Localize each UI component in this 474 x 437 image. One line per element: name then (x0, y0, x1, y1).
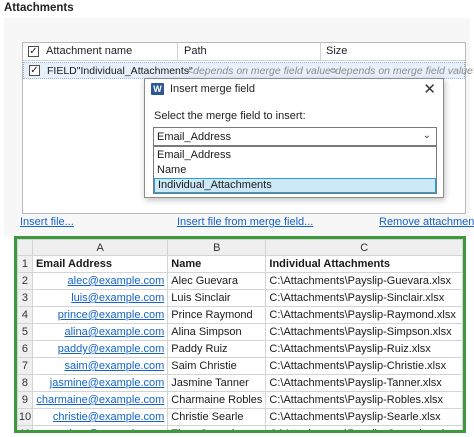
column-header-size[interactable]: Size (326, 45, 347, 57)
remove-attachment-link[interactable]: Remove attachment (379, 216, 474, 228)
attachment-path-cell[interactable]: C:\Attachments\Payslip-Christie.xlsx (265, 357, 463, 375)
header-cell-individual-attachments[interactable]: Individual Attachments (265, 255, 463, 273)
row-number[interactable]: 8 (17, 374, 33, 392)
close-icon[interactable]: ✕ (423, 80, 436, 98)
column-header-path[interactable]: Path (184, 45, 207, 57)
table-row: 5 alina@example.com Alina Simpson C:\Attach… (17, 323, 463, 341)
select-all-checkbox[interactable]: ✓ (28, 46, 39, 57)
attachment-path-cell[interactable]: C:\Attachments\Payslip-Tanner.xlsx (265, 374, 463, 392)
name-cell[interactable]: Paddy Ruiz (167, 340, 267, 358)
name-cell[interactable]: Prince Raymond (167, 306, 267, 324)
attachment-row-checkbox[interactable]: ✓ (29, 65, 40, 76)
column-header-c[interactable]: C (265, 239, 463, 256)
row-number[interactable]: 6 (17, 340, 33, 358)
column-header-a[interactable]: A (31, 239, 169, 256)
column-divider[interactable] (177, 43, 178, 60)
option-name[interactable]: Name (154, 163, 436, 178)
table-row: 4 prince@example.com Prince Raymond C:\Atta… (17, 306, 463, 324)
row-number[interactable]: 10 (17, 408, 33, 426)
dialog-title-bar[interactable]: W Insert merge field ✕ (145, 79, 443, 99)
merge-field-dropdown[interactable]: Email_Address ⌄ (153, 127, 437, 146)
email-cell[interactable]: christie@example.com (31, 408, 169, 426)
row-number[interactable]: 5 (17, 323, 33, 341)
attachment-path-cell[interactable]: C:\Attachments\Payslip-Gonzales.xlsx (265, 425, 463, 430)
row-number[interactable]: 11 (17, 425, 33, 430)
table-row: 8 jasmine@example.com Jasmine Tanner C:\Att… (17, 374, 463, 392)
name-cell[interactable]: Luis Sinclair (167, 289, 267, 307)
email-cell[interactable]: thea@example.com (31, 425, 169, 430)
email-cell[interactable]: luis@example.com (31, 289, 169, 307)
attachment-path-cell[interactable]: C:\Attachments\Payslip-Raymond.xlsx (265, 306, 463, 324)
attachment-path: <depends on merge field value> (187, 65, 338, 77)
word-app-icon: W (151, 83, 164, 95)
name-cell[interactable]: Saim Christie (167, 357, 267, 375)
name-cell[interactable]: Christie Searle (167, 408, 267, 426)
email-cell[interactable]: paddy@example.com (31, 340, 169, 358)
attachment-actions: Insert file... Insert file from merge fi… (0, 216, 474, 230)
name-cell[interactable]: Alec Guevara (167, 272, 267, 290)
row-number[interactable]: 2 (17, 272, 33, 290)
merge-field-options-list: Email_Address Name Individual_Attachment… (153, 146, 437, 194)
name-cell[interactable]: Jasmine Tanner (167, 374, 267, 392)
merge-field-selected-value: Email_Address (157, 131, 231, 143)
header-cell-name[interactable]: Name (167, 255, 267, 273)
table-row: 2 alec@example.com Alec Guevara C:\Attachme… (17, 272, 463, 290)
table-row: 10 christie@example.com Christie Searle C:\… (17, 408, 463, 426)
attachment-row[interactable]: ✓ FIELD"Individual_Attachments" <depends… (23, 62, 474, 79)
select-all-corner[interactable] (17, 239, 33, 256)
email-cell[interactable]: prince@example.com (31, 306, 169, 324)
row-number[interactable]: 3 (17, 289, 33, 307)
row-number[interactable]: 9 (17, 391, 33, 409)
chevron-down-icon[interactable]: ⌄ (423, 130, 431, 141)
insert-file-link[interactable]: Insert file... (20, 216, 74, 228)
attachment-path-cell[interactable]: C:\Attachments\Payslip-Ruiz.xlsx (265, 340, 463, 358)
column-header-attachment-name[interactable]: Attachment name (46, 45, 132, 57)
table-row: 3 luis@example.com Luis Sinclair C:\Attachm… (17, 289, 463, 307)
attachment-size: <depends on merge field value> (329, 65, 474, 77)
row-number[interactable]: 7 (17, 357, 33, 375)
attachment-path-cell[interactable]: C:\Attachments\Payslip-Simpson.xlsx (265, 323, 463, 341)
option-email-address[interactable]: Email_Address (154, 148, 436, 163)
spreadsheet: A B C 1 Email Address Name Individual At… (14, 236, 466, 433)
name-cell[interactable]: Charmaine Robles (167, 391, 267, 409)
email-cell[interactable]: alec@example.com (31, 272, 169, 290)
name-cell[interactable]: Alina Simpson (167, 323, 267, 341)
attachment-name: FIELD"Individual_Attachments" (47, 65, 193, 77)
attachment-path-cell[interactable]: C:\Attachments\Payslip-Sinclair.xlsx (265, 289, 463, 307)
name-cell[interactable]: Thea Gonzales (167, 425, 267, 430)
option-individual-attachments[interactable]: Individual_Attachments (154, 178, 436, 193)
insert-merge-field-dialog: W Insert merge field ✕ Select the merge … (144, 78, 444, 198)
table-row: 7 saim@example.com Saim Christie C:\Attachm… (17, 357, 463, 375)
insert-file-from-merge-field-link[interactable]: Insert file from merge field... (177, 216, 313, 228)
spreadsheet-grid: A B C 1 Email Address Name Individual At… (17, 239, 463, 430)
table-row: 9 charmaine@example.com Charmaine Robles C:… (17, 391, 463, 409)
attachment-path-cell[interactable]: C:\Attachments\Payslip-Guevara.xlsx (265, 272, 463, 290)
attachment-path-cell[interactable]: C:\Attachments\Payslip-Searle.xlsx (265, 408, 463, 426)
row-number[interactable]: 4 (17, 306, 33, 324)
table-row: 11thea@example.comThea GonzalesC:\Attach… (17, 425, 463, 430)
column-divider[interactable] (320, 43, 321, 60)
email-cell[interactable]: charmaine@example.com (31, 391, 169, 409)
column-header-b[interactable]: B (167, 239, 267, 256)
dialog-title: Insert merge field (170, 83, 255, 95)
table-row: 6 paddy@example.com Paddy Ruiz C:\Attachmen… (17, 340, 463, 358)
attachments-list-header: ✓ Attachment name Path Size (23, 43, 465, 61)
email-cell[interactable]: jasmine@example.com (31, 374, 169, 392)
attachment-path-cell[interactable]: C:\Attachments\Payslip-Robles.xlsx (265, 391, 463, 409)
email-cell[interactable]: alina@example.com (31, 323, 169, 341)
email-cell[interactable]: saim@example.com (31, 357, 169, 375)
attachments-group-title: Attachments (4, 2, 74, 14)
merge-field-prompt: Select the merge field to insert: (154, 110, 306, 122)
row-number[interactable]: 1 (17, 255, 33, 273)
header-cell-email-address[interactable]: Email Address (31, 255, 169, 273)
